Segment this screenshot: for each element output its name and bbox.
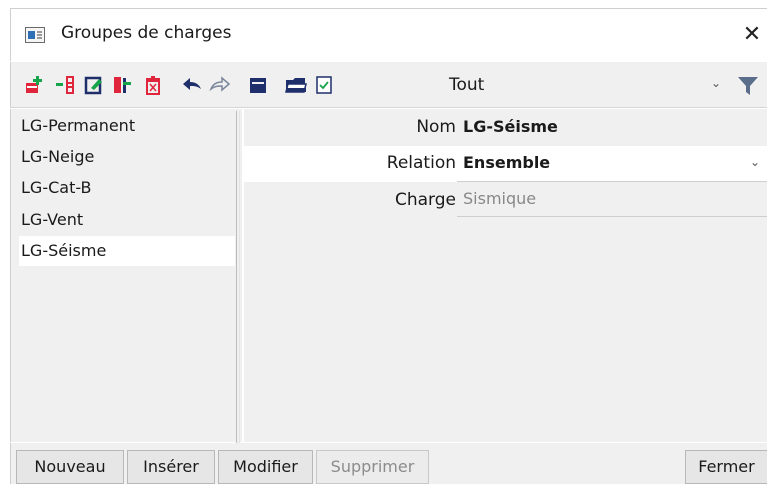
redo-icon[interactable]	[209, 75, 231, 95]
name-field[interactable]: LG-Séisme	[463, 117, 558, 136]
funnel-icon[interactable]	[737, 75, 759, 97]
charge-label: Charge	[394, 190, 456, 210]
charge-field: Sismique	[463, 189, 537, 208]
button-bar: Nouveau Insérer Modifier Supprimer Ferme…	[10, 443, 767, 484]
chevron-down-icon[interactable]: ⌄	[750, 155, 760, 169]
title-bar: Groupes de charges ✕	[10, 8, 767, 61]
modify-button[interactable]: Modifier	[218, 450, 313, 484]
toolbar: Tout ⌄	[10, 62, 767, 108]
panel-splitter[interactable]	[236, 111, 240, 443]
copy-item-icon[interactable]	[112, 75, 132, 95]
insert-button[interactable]: Insérer	[127, 450, 215, 484]
list-item[interactable]: LG-Cat-B	[19, 173, 235, 203]
list-item[interactable]: LG-Permanent	[19, 111, 235, 141]
edit-item-icon[interactable]	[84, 75, 104, 95]
insert-item-icon[interactable]	[55, 75, 75, 95]
undo-icon[interactable]	[181, 75, 201, 95]
load-group-list: LG-Permanent LG-Neige LG-Cat-B LG-Vent L…	[10, 109, 242, 442]
divider	[457, 216, 767, 217]
new-button[interactable]: Nouveau	[16, 450, 124, 484]
table-view-icon[interactable]	[248, 75, 268, 95]
folder-open-icon[interactable]	[285, 75, 307, 95]
list-item[interactable]: LG-Vent	[19, 205, 235, 235]
list-item-selected[interactable]: LG-Séisme	[19, 236, 235, 266]
chevron-down-icon: ⌄	[710, 76, 721, 90]
delete-button: Supprimer	[316, 450, 429, 484]
close-button[interactable]: ✕	[737, 21, 767, 49]
divider	[457, 181, 767, 182]
filter-dropdown[interactable]: Tout ⌄	[445, 70, 731, 100]
relation-select[interactable]: Ensemble	[463, 153, 550, 172]
filter-value: Tout	[449, 75, 485, 95]
properties-panel: Nom LG-Séisme Relation Ensemble ⌄ Charge…	[244, 109, 767, 442]
load-groups-dialog: Groupes de charges ✕ Tout ⌄ LG-Permanent…	[0, 0, 767, 484]
delete-item-icon[interactable]	[143, 75, 163, 95]
name-label: Nom	[416, 117, 456, 137]
window-app-icon	[25, 27, 45, 43]
relation-label: Relation	[386, 153, 456, 173]
window-title: Groupes de charges	[61, 23, 232, 43]
close-dialog-button[interactable]: Fermer	[685, 450, 767, 484]
new-item-icon[interactable]	[24, 75, 44, 95]
list-item[interactable]: LG-Neige	[19, 142, 235, 172]
checklist-icon[interactable]	[314, 75, 334, 95]
